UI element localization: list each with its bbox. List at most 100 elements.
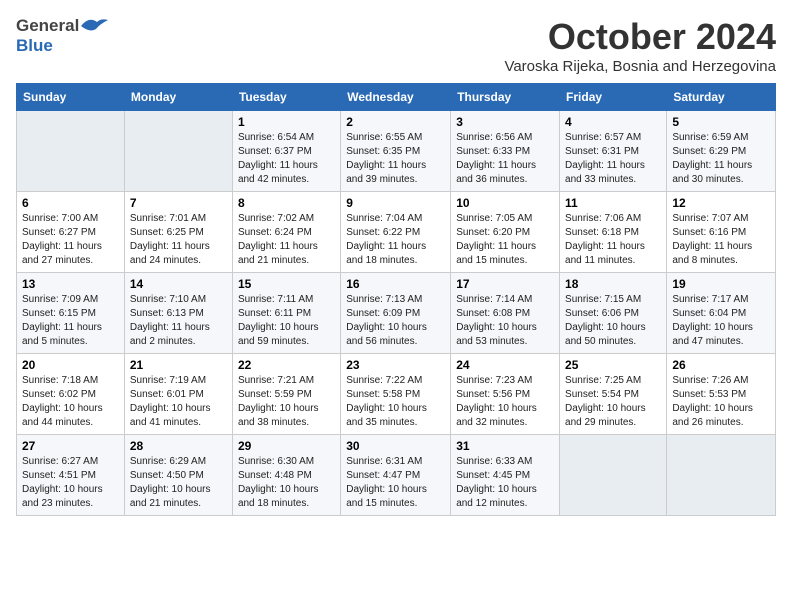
calendar-cell: 3 Sunrise: 6:56 AMSunset: 6:33 PMDayligh…: [451, 111, 560, 192]
calendar-cell: 17 Sunrise: 7:14 AMSunset: 6:08 PMDaylig…: [451, 273, 560, 354]
day-info: Sunrise: 6:33 AMSunset: 4:45 PMDaylight:…: [456, 456, 537, 509]
day-info: Sunrise: 7:05 AMSunset: 6:20 PMDaylight:…: [456, 213, 536, 266]
day-number: 19: [672, 277, 770, 291]
day-number: 21: [130, 358, 227, 372]
calendar-cell: 10 Sunrise: 7:05 AMSunset: 6:20 PMDaylig…: [451, 192, 560, 273]
day-info: Sunrise: 6:27 AMSunset: 4:51 PMDaylight:…: [22, 456, 103, 509]
calendar-cell: 15 Sunrise: 7:11 AMSunset: 6:11 PMDaylig…: [232, 273, 340, 354]
day-number: 8: [238, 196, 335, 210]
weekday-header-tuesday: Tuesday: [232, 84, 340, 111]
calendar-cell: 18 Sunrise: 7:15 AMSunset: 6:06 PMDaylig…: [560, 273, 667, 354]
day-info: Sunrise: 7:01 AMSunset: 6:25 PMDaylight:…: [130, 213, 210, 266]
month-title: October 2024: [504, 16, 776, 58]
calendar-cell: 21 Sunrise: 7:19 AMSunset: 6:01 PMDaylig…: [124, 354, 232, 435]
calendar-cell: 26 Sunrise: 7:26 AMSunset: 5:53 PMDaylig…: [667, 354, 776, 435]
calendar-cell: 7 Sunrise: 7:01 AMSunset: 6:25 PMDayligh…: [124, 192, 232, 273]
day-number: 13: [22, 277, 119, 291]
day-number: 20: [22, 358, 119, 372]
calendar-cell: [560, 435, 667, 516]
calendar-cell: 5 Sunrise: 6:59 AMSunset: 6:29 PMDayligh…: [667, 111, 776, 192]
calendar-cell: 27 Sunrise: 6:27 AMSunset: 4:51 PMDaylig…: [17, 435, 125, 516]
day-number: 24: [456, 358, 554, 372]
day-info: Sunrise: 6:31 AMSunset: 4:47 PMDaylight:…: [346, 456, 427, 509]
day-number: 27: [22, 439, 119, 453]
day-info: Sunrise: 6:29 AMSunset: 4:50 PMDaylight:…: [130, 456, 211, 509]
calendar-week-row: 13 Sunrise: 7:09 AMSunset: 6:15 PMDaylig…: [17, 273, 776, 354]
calendar-cell: 16 Sunrise: 7:13 AMSunset: 6:09 PMDaylig…: [341, 273, 451, 354]
calendar-cell: 24 Sunrise: 7:23 AMSunset: 5:56 PMDaylig…: [451, 354, 560, 435]
day-info: Sunrise: 6:57 AMSunset: 6:31 PMDaylight:…: [565, 132, 645, 185]
calendar-cell: 2 Sunrise: 6:55 AMSunset: 6:35 PMDayligh…: [341, 111, 451, 192]
weekday-header-saturday: Saturday: [667, 84, 776, 111]
weekday-header-row: SundayMondayTuesdayWednesdayThursdayFrid…: [17, 84, 776, 111]
day-number: 16: [346, 277, 445, 291]
day-number: 7: [130, 196, 227, 210]
day-info: Sunrise: 7:09 AMSunset: 6:15 PMDaylight:…: [22, 294, 102, 347]
calendar-cell: [124, 111, 232, 192]
day-number: 31: [456, 439, 554, 453]
calendar-week-row: 1 Sunrise: 6:54 AMSunset: 6:37 PMDayligh…: [17, 111, 776, 192]
day-info: Sunrise: 7:19 AMSunset: 6:01 PMDaylight:…: [130, 375, 211, 428]
day-number: 6: [22, 196, 119, 210]
day-info: Sunrise: 7:17 AMSunset: 6:04 PMDaylight:…: [672, 294, 753, 347]
day-info: Sunrise: 6:54 AMSunset: 6:37 PMDaylight:…: [238, 132, 318, 185]
day-number: 23: [346, 358, 445, 372]
day-number: 10: [456, 196, 554, 210]
day-info: Sunrise: 7:21 AMSunset: 5:59 PMDaylight:…: [238, 375, 319, 428]
calendar-cell: 19 Sunrise: 7:17 AMSunset: 6:04 PMDaylig…: [667, 273, 776, 354]
calendar-cell: [667, 435, 776, 516]
calendar-cell: 1 Sunrise: 6:54 AMSunset: 6:37 PMDayligh…: [232, 111, 340, 192]
day-number: 9: [346, 196, 445, 210]
day-info: Sunrise: 7:23 AMSunset: 5:56 PMDaylight:…: [456, 375, 537, 428]
day-number: 18: [565, 277, 661, 291]
day-number: 28: [130, 439, 227, 453]
day-info: Sunrise: 6:59 AMSunset: 6:29 PMDaylight:…: [672, 132, 752, 185]
day-number: 29: [238, 439, 335, 453]
day-info: Sunrise: 7:00 AMSunset: 6:27 PMDaylight:…: [22, 213, 102, 266]
calendar-cell: 29 Sunrise: 6:30 AMSunset: 4:48 PMDaylig…: [232, 435, 340, 516]
day-number: 4: [565, 115, 661, 129]
calendar-cell: 20 Sunrise: 7:18 AMSunset: 6:02 PMDaylig…: [17, 354, 125, 435]
location: Varoska Rijeka, Bosnia and Herzegovina: [504, 58, 776, 75]
day-number: 15: [238, 277, 335, 291]
weekday-header-friday: Friday: [560, 84, 667, 111]
day-info: Sunrise: 7:02 AMSunset: 6:24 PMDaylight:…: [238, 213, 318, 266]
day-info: Sunrise: 7:07 AMSunset: 6:16 PMDaylight:…: [672, 213, 752, 266]
logo-general-text: General: [16, 16, 79, 36]
day-info: Sunrise: 6:30 AMSunset: 4:48 PMDaylight:…: [238, 456, 319, 509]
calendar-cell: 6 Sunrise: 7:00 AMSunset: 6:27 PMDayligh…: [17, 192, 125, 273]
calendar-cell: 8 Sunrise: 7:02 AMSunset: 6:24 PMDayligh…: [232, 192, 340, 273]
day-info: Sunrise: 7:25 AMSunset: 5:54 PMDaylight:…: [565, 375, 646, 428]
day-number: 11: [565, 196, 661, 210]
day-info: Sunrise: 6:55 AMSunset: 6:35 PMDaylight:…: [346, 132, 426, 185]
calendar-cell: 13 Sunrise: 7:09 AMSunset: 6:15 PMDaylig…: [17, 273, 125, 354]
calendar-cell: 22 Sunrise: 7:21 AMSunset: 5:59 PMDaylig…: [232, 354, 340, 435]
weekday-header-sunday: Sunday: [17, 84, 125, 111]
calendar-cell: 12 Sunrise: 7:07 AMSunset: 6:16 PMDaylig…: [667, 192, 776, 273]
calendar-cell: [17, 111, 125, 192]
logo-blue-label: Blue: [16, 36, 53, 55]
calendar-table: SundayMondayTuesdayWednesdayThursdayFrid…: [16, 83, 776, 516]
day-number: 3: [456, 115, 554, 129]
day-number: 1: [238, 115, 335, 129]
weekday-header-monday: Monday: [124, 84, 232, 111]
calendar-cell: 11 Sunrise: 7:06 AMSunset: 6:18 PMDaylig…: [560, 192, 667, 273]
day-number: 14: [130, 277, 227, 291]
day-number: 17: [456, 277, 554, 291]
day-info: Sunrise: 6:56 AMSunset: 6:33 PMDaylight:…: [456, 132, 536, 185]
day-info: Sunrise: 7:04 AMSunset: 6:22 PMDaylight:…: [346, 213, 426, 266]
day-number: 22: [238, 358, 335, 372]
day-info: Sunrise: 7:06 AMSunset: 6:18 PMDaylight:…: [565, 213, 645, 266]
day-number: 26: [672, 358, 770, 372]
page-header: General Blue October 2024 Varoska Rijeka…: [16, 16, 776, 75]
calendar-cell: 31 Sunrise: 6:33 AMSunset: 4:45 PMDaylig…: [451, 435, 560, 516]
day-number: 30: [346, 439, 445, 453]
day-info: Sunrise: 7:18 AMSunset: 6:02 PMDaylight:…: [22, 375, 103, 428]
calendar-cell: 14 Sunrise: 7:10 AMSunset: 6:13 PMDaylig…: [124, 273, 232, 354]
logo: General Blue: [16, 16, 109, 56]
title-block: October 2024 Varoska Rijeka, Bosnia and …: [504, 16, 776, 75]
weekday-header-thursday: Thursday: [451, 84, 560, 111]
calendar-cell: 28 Sunrise: 6:29 AMSunset: 4:50 PMDaylig…: [124, 435, 232, 516]
calendar-cell: 23 Sunrise: 7:22 AMSunset: 5:58 PMDaylig…: [341, 354, 451, 435]
calendar-week-row: 6 Sunrise: 7:00 AMSunset: 6:27 PMDayligh…: [17, 192, 776, 273]
